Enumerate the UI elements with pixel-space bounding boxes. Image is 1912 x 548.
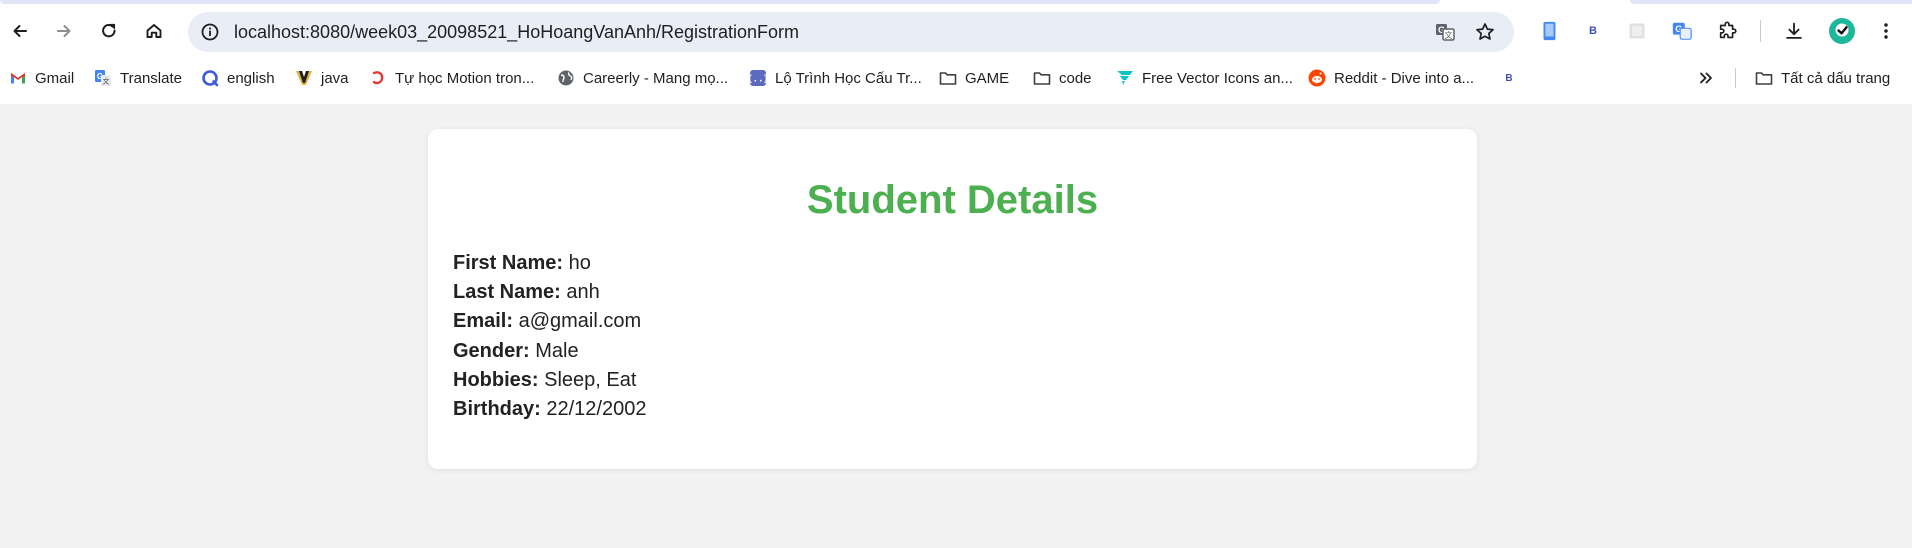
back-button[interactable] (2, 13, 38, 49)
english-icon (201, 69, 219, 87)
bookmark-label: Careerly - Mang mọ... (583, 69, 729, 87)
b-icon: B (1505, 72, 1513, 84)
folder-icon (1755, 69, 1773, 87)
bookmark-gmail[interactable]: Gmail (9, 62, 74, 94)
field-value: Sleep, Eat (544, 368, 637, 391)
site-info-icon[interactable] (200, 22, 220, 42)
folder-icon (1033, 69, 1051, 87)
gmail-icon (9, 69, 27, 87)
address-bar[interactable]: localhost:8080/week03_20098521_HoHoangVa… (188, 12, 1514, 52)
ext-b-icon[interactable]: B (1581, 19, 1605, 43)
java-icon (295, 69, 313, 87)
detail-birthday: Birthday: 22/12/2002 (453, 395, 646, 424)
bookmark-label: Gmail (35, 69, 75, 87)
extensions-puzzle-icon[interactable] (1716, 19, 1740, 43)
detail-last-name: Last Name: anh (453, 278, 646, 307)
all-bookmarks-folder[interactable]: Tất cả dấu trang (1755, 62, 1890, 94)
svg-text:{..}: {..} (749, 75, 767, 85)
field-label: Last Name: (453, 281, 561, 304)
tab-strip-edge (0, 0, 1440, 4)
field-label: Hobbies: (453, 368, 539, 391)
bookmark-java[interactable]: java (295, 62, 349, 94)
reload-icon (102, 23, 116, 38)
all-bookmarks-label: Tất cả dấu trang (1781, 69, 1891, 87)
ext-translate-icon[interactable]: G (1670, 19, 1694, 43)
home-button[interactable] (136, 13, 172, 49)
browser-toolbar: localhost:8080/week03_20098521_HoHoangVa… (0, 0, 1912, 62)
field-value: Male (535, 339, 579, 362)
bookmark-label: english (227, 69, 275, 87)
svg-text:文: 文 (103, 77, 110, 86)
tab-strip-edge-right (1630, 0, 1912, 4)
bookmark-folder-code[interactable]: code (1033, 62, 1092, 94)
download-icon[interactable] (1782, 19, 1806, 43)
forward-arrow-icon (57, 25, 71, 37)
bookmark-label: Reddit - Dive into a... (1334, 69, 1475, 87)
bookmark-b[interactable]: B (1500, 62, 1518, 94)
bookmarks-bar: Gmail G文 Translate english java Tự học M… (0, 62, 1912, 104)
bookmark-folder-game[interactable]: GAME (939, 62, 1009, 94)
bookmark-label: Free Vector Icons an... (1142, 69, 1293, 87)
svg-text:文: 文 (1445, 30, 1453, 40)
detail-first-name: First Name: ho (453, 249, 646, 278)
profile-avatar[interactable] (1828, 17, 1856, 45)
field-label: Email: (453, 310, 514, 333)
field-value: 22/12/2002 (546, 398, 647, 421)
ext-phone-icon[interactable] (1537, 19, 1561, 43)
code-brackets-icon: {..} (749, 69, 767, 87)
field-value: anh (566, 281, 600, 304)
bookmarks-separator (1735, 68, 1736, 88)
bookmark-translate[interactable]: G文 Translate (94, 62, 182, 94)
detail-hobbies: Hobbies: Sleep, Eat (453, 366, 646, 395)
field-label: First Name: (453, 252, 564, 274)
field-label: Birthday: (453, 398, 541, 421)
bookmark-label: Lộ Trình Học Cấu Tr... (775, 69, 922, 87)
double-chevron-right-icon (1697, 69, 1715, 87)
bookmark-label: Tự học Motion tron... (395, 69, 535, 87)
bookmark-careerly[interactable]: Careerly - Mang mọ... (557, 62, 728, 94)
forward-button[interactable] (46, 13, 82, 49)
bookmark-label: Translate (120, 69, 182, 87)
detail-email: Email: a@gmail.com (453, 307, 646, 336)
details-list: First Name: ho Last Name: anh Email: a@g… (453, 249, 646, 424)
detail-gender: Gender: Male (453, 337, 646, 366)
home-icon (146, 24, 162, 38)
globe-icon (557, 69, 575, 87)
bookmark-free-vector[interactable]: Free Vector Icons an... (1116, 62, 1293, 94)
motion-icon (369, 69, 387, 87)
freepik-icon (1116, 69, 1134, 87)
folder-icon (939, 69, 957, 87)
url-text[interactable]: localhost:8080/week03_20098521_HoHoangVa… (234, 22, 799, 42)
bookmark-label: GAME (965, 69, 1010, 87)
bookmark-motion[interactable]: Tự học Motion tron... (369, 62, 534, 94)
page-title: Student Details (806, 178, 1099, 222)
bookmark-star-icon[interactable] (1474, 21, 1496, 43)
translate-icon: G文 (94, 69, 112, 87)
bookmark-label: java (321, 69, 349, 87)
reload-button[interactable] (91, 13, 127, 49)
student-details-card: Student Details First Name: ho Last Name… (428, 129, 1477, 469)
bookmark-label: code (1059, 69, 1092, 87)
reddit-icon (1308, 69, 1326, 87)
browser-menu-kebab-icon[interactable] (1874, 19, 1898, 43)
toolbar-separator (1760, 20, 1761, 42)
translate-page-icon[interactable]: G 文 (1434, 21, 1456, 43)
bookmark-english[interactable]: english (201, 62, 275, 94)
back-arrow-icon (13, 25, 27, 37)
bookmark-lo-trinh[interactable]: {..} Lộ Trình Học Cấu Tr... (749, 62, 922, 94)
bookmark-reddit[interactable]: Reddit - Dive into a... (1308, 62, 1474, 94)
field-label: Gender: (453, 339, 530, 362)
bookmarks-overflow-button[interactable] (1697, 62, 1715, 94)
field-value: a@gmail.com (518, 310, 642, 333)
ext-grey-square-icon[interactable] (1625, 19, 1649, 43)
field-value: ho (568, 252, 591, 274)
